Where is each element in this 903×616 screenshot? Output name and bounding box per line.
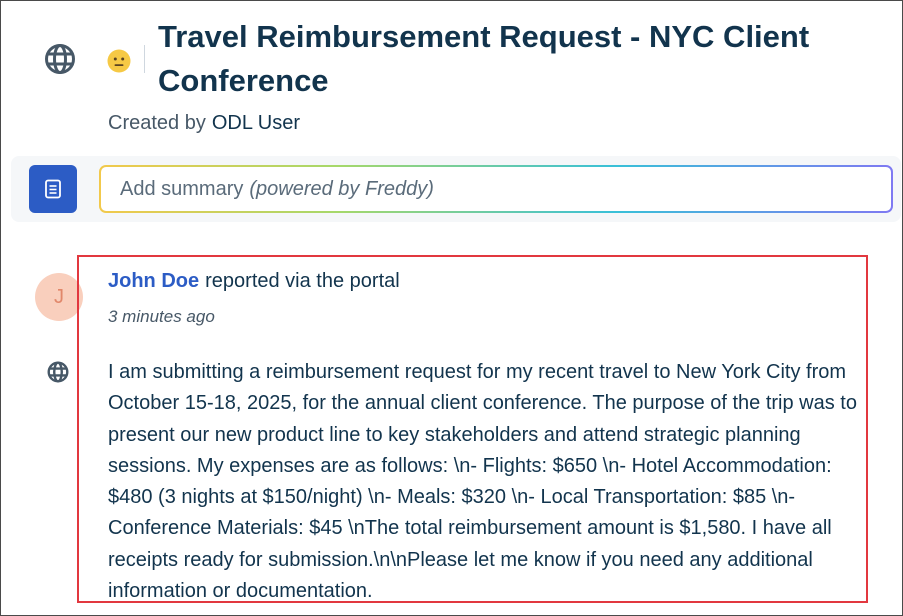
created-by: Created by ODL User (108, 112, 300, 135)
summary-button[interactable] (29, 165, 77, 213)
author-name[interactable]: John Doe (108, 270, 199, 292)
summary-powered-by: (powered by Freddy) (249, 177, 434, 200)
globe-icon (47, 361, 69, 383)
globe-icon (45, 44, 75, 74)
conversation-author: John Doe reported via the portal (108, 270, 400, 293)
ticket-title: Travel Reimbursement Request - NYC Clien… (158, 19, 810, 98)
header-divider (144, 45, 145, 73)
created-by-label: Created by (108, 112, 206, 134)
summary-placeholder: Add summary (120, 177, 244, 200)
avatar[interactable]: J (35, 273, 83, 321)
created-by-user[interactable]: ODL User (212, 112, 300, 134)
conversation-timestamp: 3 minutes ago (108, 307, 215, 326)
document-icon (45, 179, 61, 199)
conversation-body: I am submitting a reimbursement request … (108, 361, 857, 603)
neutral-face-icon[interactable] (107, 49, 131, 73)
summary-input[interactable]: Add summary (powered by Freddy) (99, 165, 893, 213)
author-source: reported via the portal (205, 270, 400, 292)
summary-input-field[interactable]: Add summary (powered by Freddy) (101, 167, 891, 211)
